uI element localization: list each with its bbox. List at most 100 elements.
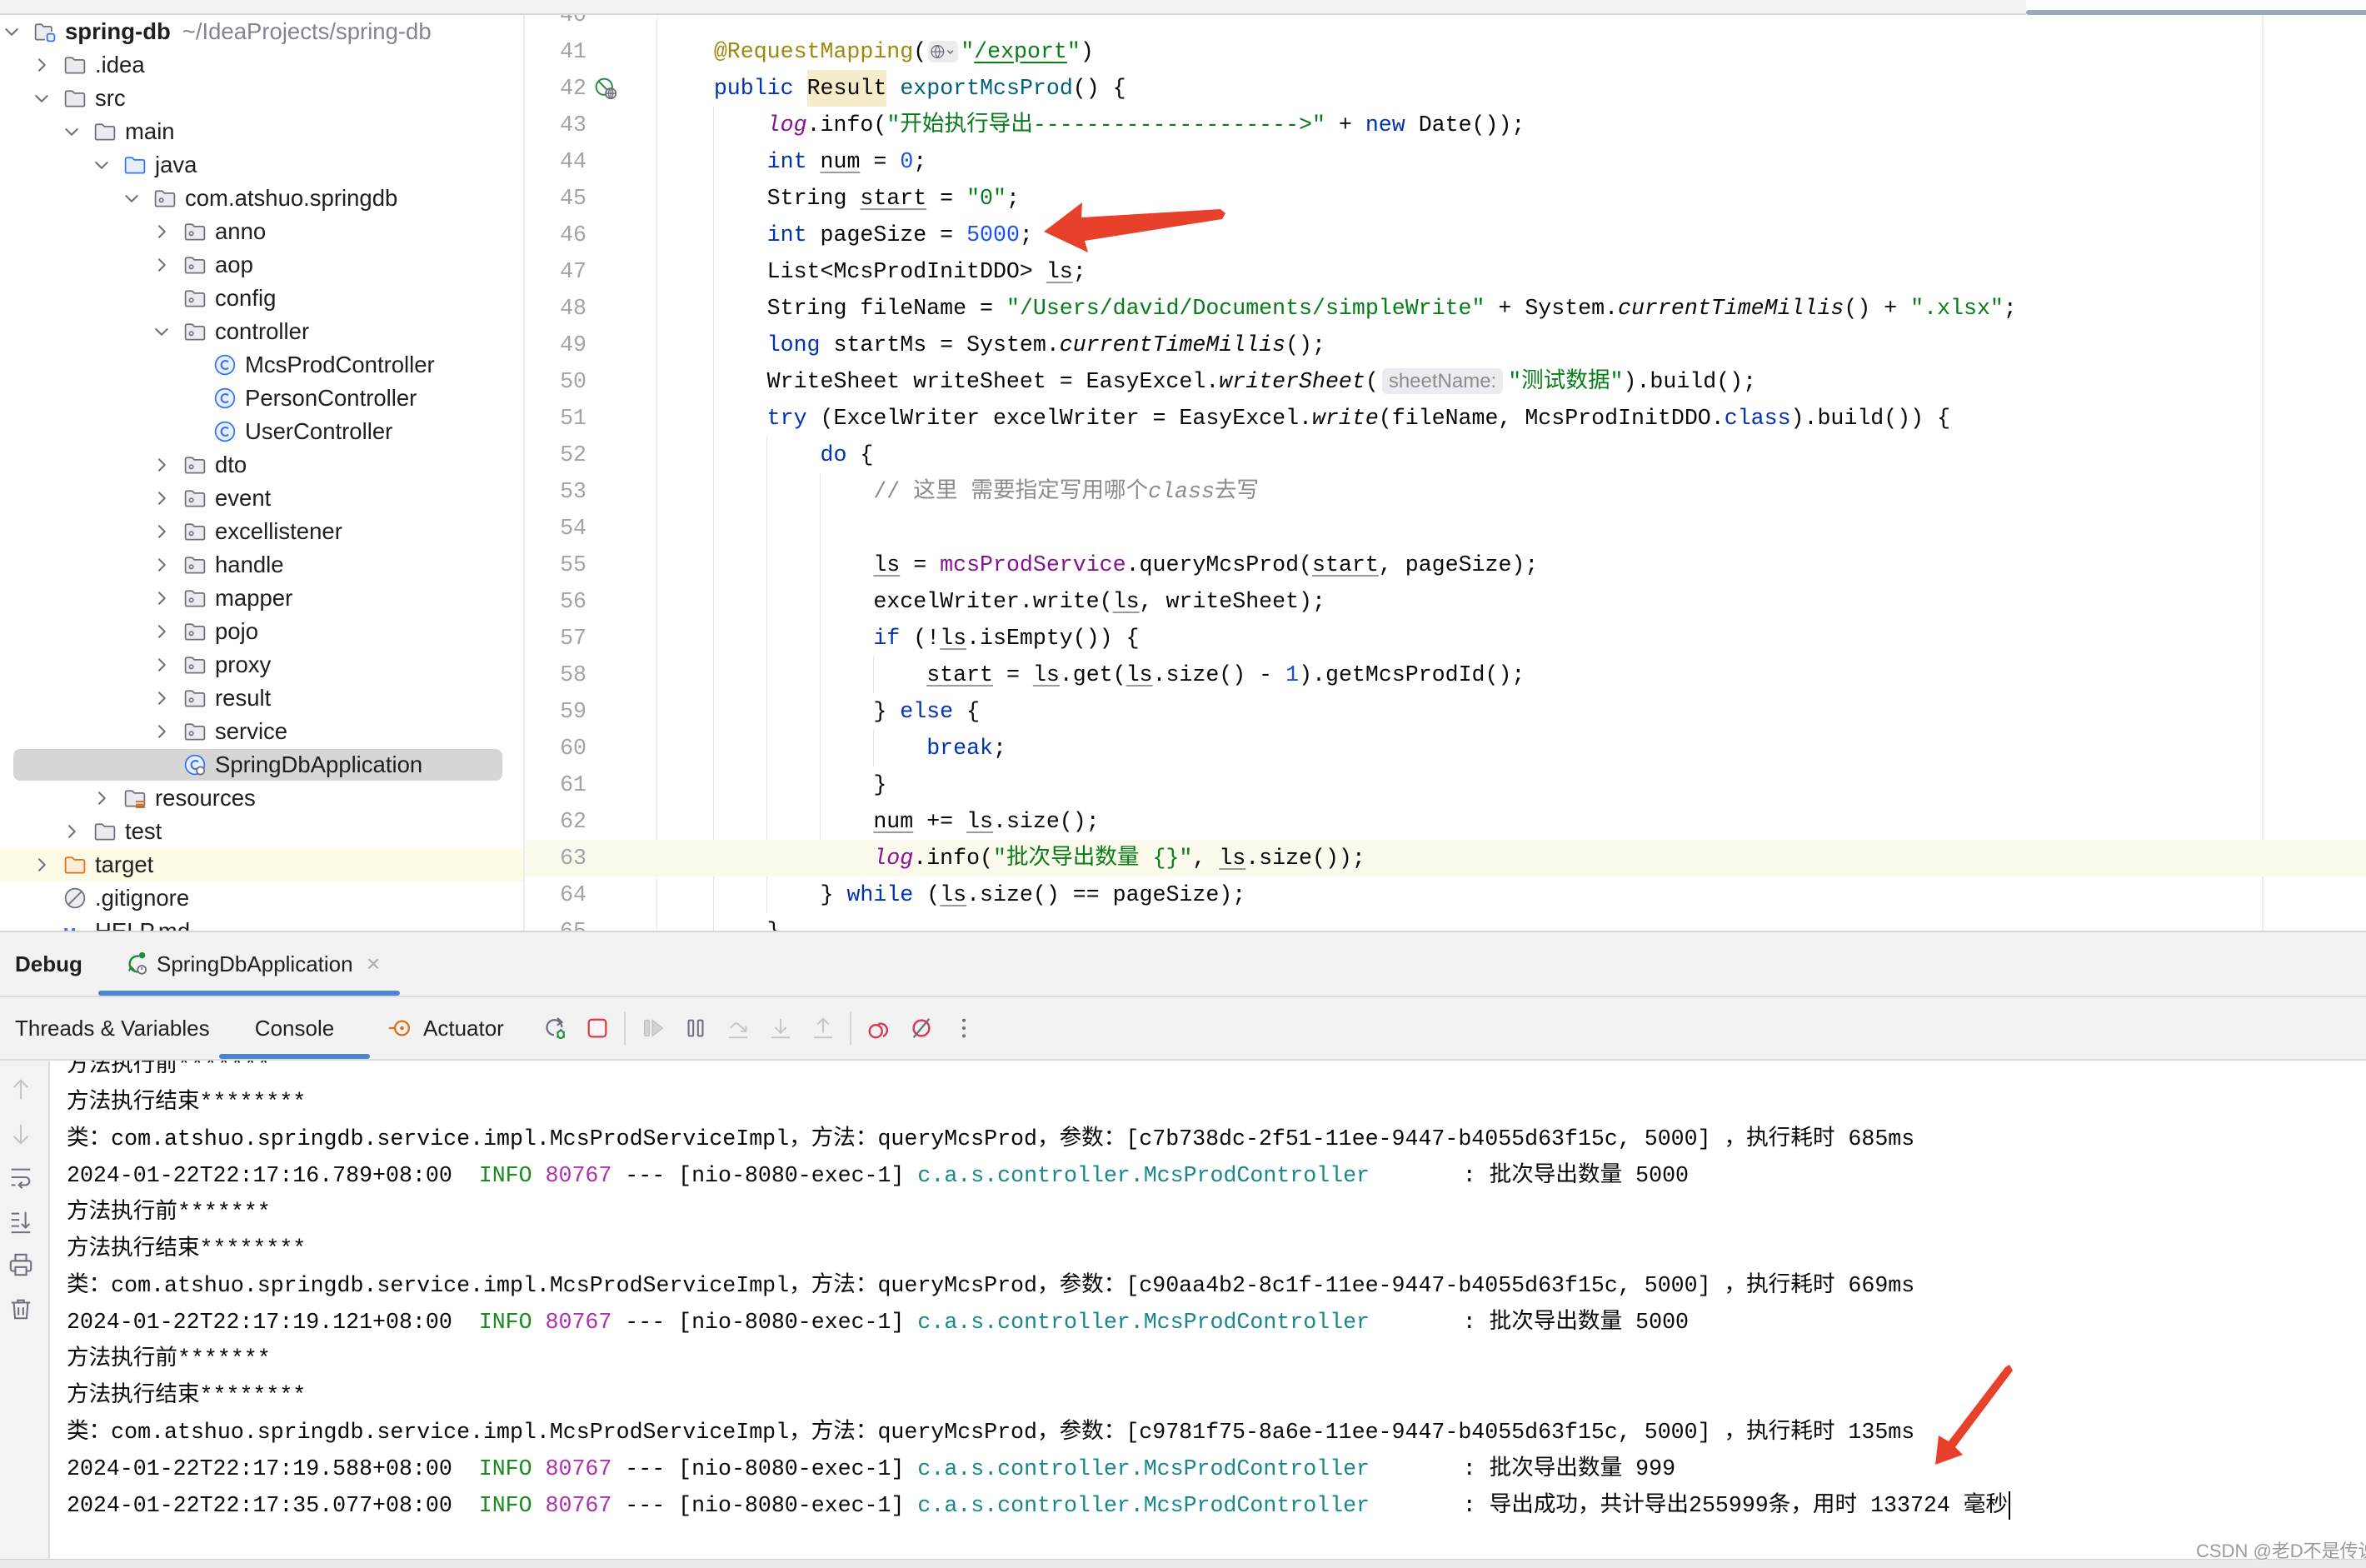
- chevron-right-icon[interactable]: [30, 853, 53, 876]
- code-line[interactable]: 62 num += ls.size();: [525, 803, 2366, 840]
- tree-item[interactable]: spring-db ~/IdeaProjects/spring-db: [0, 15, 523, 48]
- code-line[interactable]: 43 log.info("开始执行导出-------------------->…: [525, 107, 2366, 143]
- code-editor[interactable]: 40 41 @RequestMapping("/export") 42 public…: [525, 15, 2366, 931]
- tree-item[interactable]: SpringDbApplication: [0, 748, 523, 782]
- chevron-right-icon[interactable]: [150, 453, 173, 477]
- code-line[interactable]: 51 try (ExcelWriter excelWriter = EasyEx…: [525, 400, 2366, 437]
- soft-wrap-icon[interactable]: [8, 1165, 33, 1190]
- chevron-right-icon[interactable]: [150, 687, 173, 710]
- debug-session-tab[interactable]: SpringDbApplication ×: [98, 932, 400, 996]
- chevron-down-icon[interactable]: [120, 187, 143, 210]
- chevron-right-icon[interactable]: [60, 820, 83, 843]
- tree-item[interactable]: excellistener: [0, 515, 523, 548]
- console-view[interactable]: 方法执行前******* 方法执行结束******** 类：com.atshuo.s…: [0, 1061, 2366, 1559]
- chevron-right-icon[interactable]: [150, 653, 173, 677]
- code-line[interactable]: 55 ls = mcsProdService.queryMcsProd(star…: [525, 547, 2366, 583]
- code-line[interactable]: 58 start = ls.get(ls.size() - 1).getMcsP…: [525, 657, 2366, 693]
- chevron-right-icon[interactable]: [150, 720, 173, 743]
- tree-item[interactable]: resources: [0, 782, 523, 815]
- code-line[interactable]: 49 long startMs = System.currentTimeMill…: [525, 327, 2366, 363]
- code-line[interactable]: 45 String start = "0";: [525, 180, 2366, 217]
- line-number[interactable]: 63: [525, 840, 587, 876]
- tree-item[interactable]: .idea: [0, 48, 523, 82]
- chevron-down-icon[interactable]: [60, 120, 83, 143]
- code-line[interactable]: 53 // 这里 需要指定写用哪个class去写: [525, 473, 2366, 510]
- code-line[interactable]: 56 excelWriter.write(ls, writeSheet);: [525, 583, 2366, 620]
- mute-breakpoints-icon[interactable]: [909, 1016, 934, 1041]
- chevron-right-icon[interactable]: [150, 620, 173, 643]
- code-line[interactable]: 46 int pageSize = 5000;: [525, 217, 2366, 253]
- line-number[interactable]: 50: [525, 363, 587, 400]
- line-number[interactable]: 58: [525, 657, 587, 693]
- pause-icon[interactable]: [683, 1016, 708, 1041]
- code-line[interactable]: 42 public Result exportMcsProd() {: [525, 70, 2366, 107]
- line-number[interactable]: 64: [525, 876, 587, 913]
- tab-actuator[interactable]: Actuator: [370, 997, 533, 1059]
- tree-item[interactable]: anno: [0, 215, 523, 248]
- line-number[interactable]: 42: [525, 70, 587, 107]
- tree-item[interactable]: config: [0, 282, 523, 315]
- tree-item[interactable]: proxy: [0, 648, 523, 682]
- more-options-icon[interactable]: [951, 1016, 976, 1041]
- code-line[interactable]: 54: [525, 510, 2366, 547]
- chevron-down-icon[interactable]: [0, 20, 23, 43]
- line-number[interactable]: 49: [525, 327, 587, 363]
- code-line[interactable]: 59 } else {: [525, 693, 2366, 730]
- tree-item[interactable]: dto: [0, 448, 523, 482]
- line-number[interactable]: 41: [525, 33, 587, 70]
- line-number[interactable]: 48: [525, 290, 587, 327]
- tree-item[interactable]: aop: [0, 248, 523, 282]
- chevron-right-icon[interactable]: [30, 53, 53, 77]
- tree-item[interactable]: service: [0, 715, 523, 748]
- tab-threads-variables[interactable]: Threads & Variables: [0, 997, 219, 1059]
- tree-item[interactable]: .gitignore: [0, 881, 523, 915]
- chevron-down-icon[interactable]: [30, 87, 53, 110]
- chevron-right-icon[interactable]: [150, 587, 173, 610]
- tree-item[interactable]: java: [0, 148, 523, 182]
- view-breakpoints-icon[interactable]: [866, 1016, 891, 1041]
- code-line[interactable]: 63 log.info("批次导出数量 {}", ls.size());: [525, 840, 2366, 876]
- code-line[interactable]: 52 do {: [525, 437, 2366, 473]
- code-line[interactable]: 48 String fileName = "/Users/david/Docum…: [525, 290, 2366, 327]
- chevron-down-icon[interactable]: [90, 153, 113, 177]
- scroll-to-end-icon[interactable]: [8, 1209, 33, 1234]
- chevron-down-icon[interactable]: [150, 320, 173, 343]
- line-number[interactable]: 60: [525, 730, 587, 767]
- code-line[interactable]: 57 if (!ls.isEmpty()) {: [525, 620, 2366, 657]
- line-number[interactable]: 44: [525, 143, 587, 180]
- line-number[interactable]: 61: [525, 767, 587, 803]
- endpoint-inlay-icon[interactable]: [928, 40, 959, 62]
- code-line[interactable]: 47 List<McsProdInitDDO> ls;: [525, 253, 2366, 290]
- tree-item[interactable]: handle: [0, 548, 523, 582]
- tree-item[interactable]: M↓ HELP.md: [0, 915, 523, 931]
- print-icon[interactable]: [8, 1252, 33, 1277]
- tree-item[interactable]: McsProdController: [0, 348, 523, 382]
- line-number[interactable]: 54: [525, 510, 587, 547]
- line-number[interactable]: 65: [525, 913, 587, 931]
- tree-item[interactable]: event: [0, 482, 523, 515]
- rerun-debug-icon[interactable]: [542, 1016, 567, 1041]
- code-line[interactable]: 60 break;: [525, 730, 2366, 767]
- console-output[interactable]: 方法执行前******* 方法执行结束******** 类：com.atshuo.s…: [67, 1061, 2366, 1559]
- tab-console[interactable]: Console: [219, 997, 370, 1059]
- clear-all-icon[interactable]: [8, 1296, 33, 1321]
- line-number[interactable]: 45: [525, 180, 587, 217]
- line-number[interactable]: 62: [525, 803, 587, 840]
- tree-item[interactable]: result: [0, 682, 523, 715]
- code-line[interactable]: 65 }: [525, 913, 2366, 931]
- close-icon[interactable]: ×: [367, 932, 380, 996]
- line-number[interactable]: 52: [525, 437, 587, 473]
- chevron-right-icon[interactable]: [150, 487, 173, 510]
- chevron-right-icon[interactable]: [150, 553, 173, 577]
- chevron-right-icon[interactable]: [150, 253, 173, 277]
- code-line[interactable]: 40: [525, 15, 2366, 33]
- line-number[interactable]: 55: [525, 547, 587, 583]
- tree-item[interactable]: target: [0, 848, 523, 881]
- tree-item[interactable]: test: [0, 815, 523, 848]
- code-line[interactable]: 64 } while (ls.size() == pageSize);: [525, 876, 2366, 913]
- tree-item[interactable]: UserController: [0, 415, 523, 448]
- tree-item[interactable]: src: [0, 82, 523, 115]
- line-number[interactable]: 56: [525, 583, 587, 620]
- line-number[interactable]: 53: [525, 473, 587, 510]
- tree-item[interactable]: PersonController: [0, 382, 523, 415]
